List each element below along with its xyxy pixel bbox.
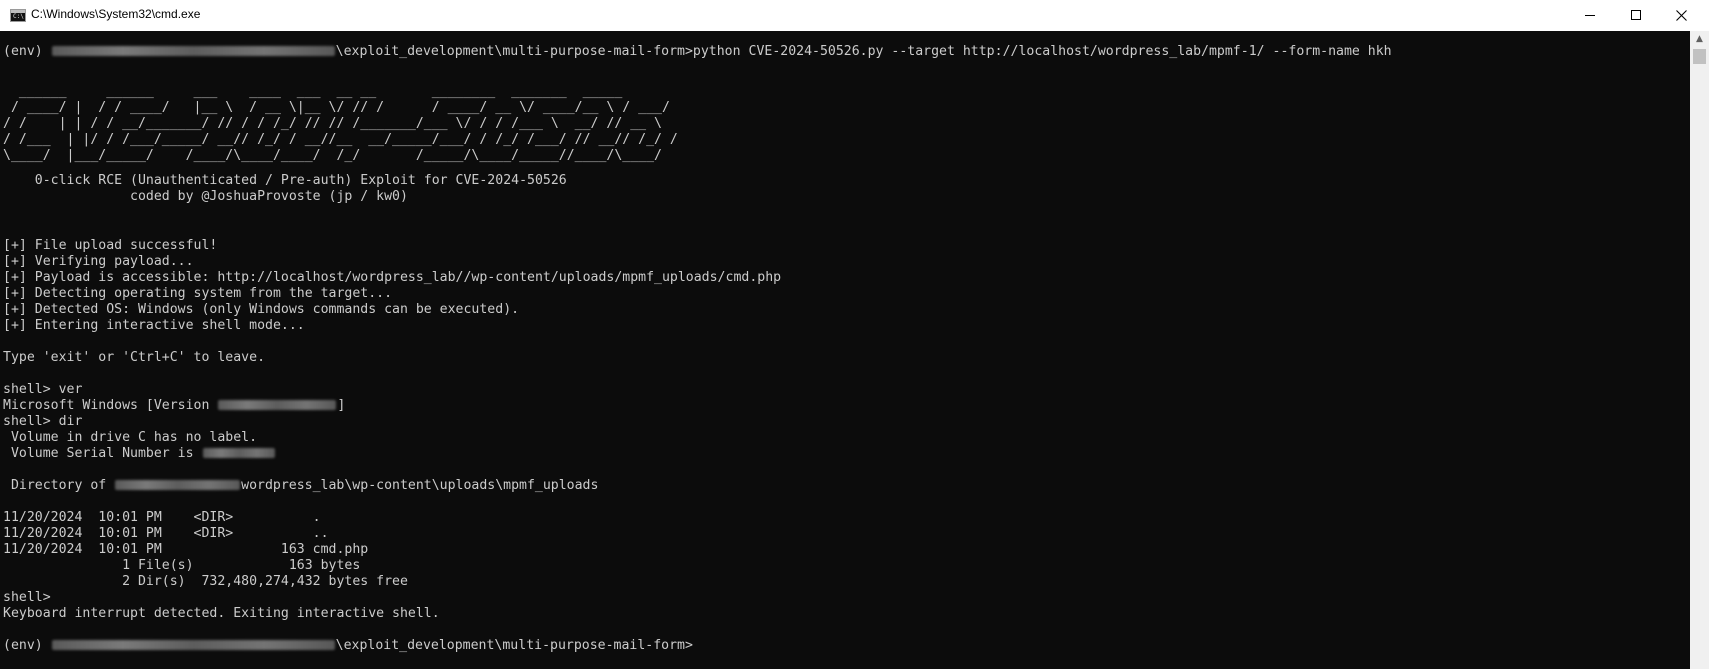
banner-tagline: 0-click RCE (Unauthenticated / Pre-auth)… [3,173,567,188]
redacted-serial [202,448,275,458]
redacted-version [218,400,337,410]
shell-command: shell> dir [3,414,83,429]
log-line: [+] Entering interactive shell mode... [3,318,305,333]
dir-summary: 2 Dir(s) 732,480,274,432 bytes free [3,574,408,589]
maximize-button[interactable] [1613,0,1659,31]
terminal-output[interactable]: (env) \exploit_development\multi-purpose… [0,31,1690,669]
command-line: (env) \exploit_development\multi-purpose… [3,44,1392,59]
scroll-thumb[interactable] [1693,49,1706,64]
interrupt-message: Keyboard interrupt detected. Exiting int… [3,606,440,621]
cmd-icon[interactable]: C:\ [10,9,26,22]
banner-author: coded by @JoshuaProvoste (jp / kw0) [3,189,408,204]
cmd-window: C:\ C:\Windows\System32\cmd.exe (env) \e… [0,0,1709,669]
vertical-scrollbar[interactable]: ▲ [1690,31,1709,669]
minimize-icon [1585,15,1595,16]
maximize-icon [1631,10,1641,20]
minimize-button[interactable] [1567,0,1613,31]
ver-output: Microsoft Windows [Version ] [3,398,346,413]
banner-line: / /___ | |/ / /___/_____/ __// /_/ / __/… [3,132,678,147]
dir-summary: 1 File(s) 163 bytes [3,558,361,573]
volume-label: Volume in drive C has no label. [3,430,258,445]
log-line: [+] Verifying payload... [3,254,194,269]
log-line: [+] Detecting operating system from the … [3,286,393,301]
shell-prompt: shell> [3,590,51,605]
dir-entry: 11/20/2024 10:01 PM 163 cmd.php [3,542,369,557]
log-line: [+] Detected OS: Windows (only Windows c… [3,302,520,317]
banner-line: / / | | / / __/_______/ // / / /_/ // //… [3,116,662,131]
redacted-path [51,46,335,56]
scroll-up-arrow-icon[interactable]: ▲ [1690,31,1709,48]
dir-entry: 11/20/2024 10:01 PM <DIR> .. [3,526,329,541]
banner-line: \____/ |___/_____/ /____/\____/____/ /_/… [3,148,662,163]
shell-command: shell> ver [3,382,83,397]
volume-serial: Volume Serial Number is [3,446,276,462]
exit-hint: Type 'exit' or 'Ctrl+C' to leave. [3,350,266,365]
redacted-path [115,480,241,490]
redacted-path [51,640,335,650]
dir-entry: 11/20/2024 10:01 PM <DIR> . [3,510,321,525]
log-line: [+] File upload successful! [3,238,218,253]
close-icon [1676,10,1687,21]
banner-line: ______ ______ ___ ____ ___ __ __ _______… [3,84,623,99]
close-button[interactable] [1659,0,1705,31]
directory-header: Directory of wordpress_lab\wp-content\up… [3,478,599,493]
final-prompt: (env) \exploit_development\multi-purpose… [3,638,693,653]
title-bar[interactable]: C:\ C:\Windows\System32\cmd.exe [0,0,1709,32]
banner-line: / ____/ | / / ____/ |__ \ / __ \|__ \/ /… [3,100,670,115]
window-title: C:\Windows\System32\cmd.exe [31,7,201,21]
log-line: [+] Payload is accessible: http://localh… [3,270,782,285]
